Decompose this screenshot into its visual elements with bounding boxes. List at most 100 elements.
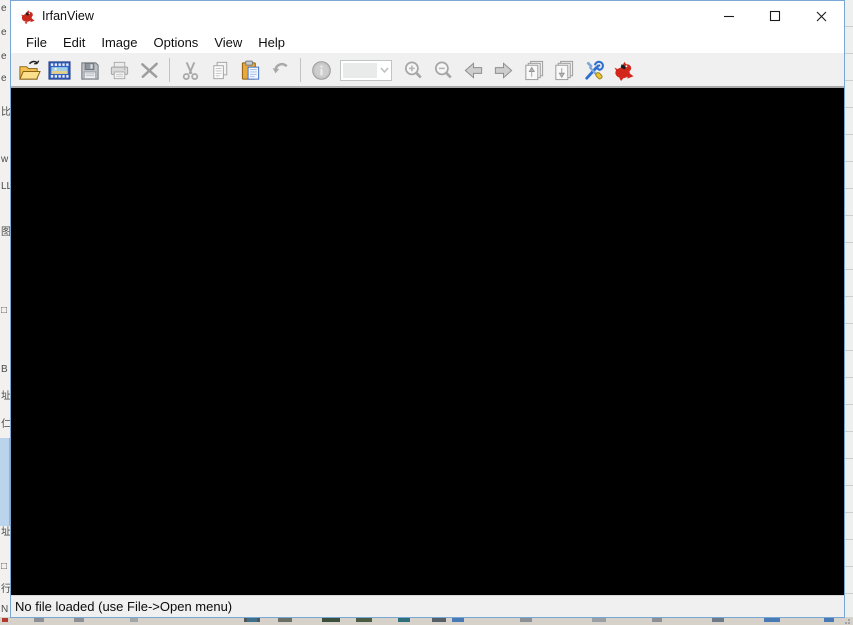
zoom-out-button[interactable] bbox=[428, 56, 458, 84]
cut-button[interactable] bbox=[175, 56, 205, 84]
bg-icon-fragment bbox=[432, 618, 446, 622]
bg-text-fragment: □ bbox=[1, 306, 7, 316]
copy-button[interactable] bbox=[205, 56, 235, 84]
bg-icon-fragment bbox=[452, 618, 464, 622]
arrow-right-icon bbox=[492, 59, 515, 82]
bg-icon-fragment bbox=[130, 618, 138, 622]
bg-icon-fragment bbox=[652, 618, 662, 622]
printer-icon bbox=[108, 59, 131, 82]
copy-pages-icon bbox=[209, 59, 232, 82]
print-button[interactable] bbox=[104, 56, 134, 84]
resize-grip bbox=[845, 618, 852, 624]
background-window-right-sliver bbox=[845, 0, 853, 618]
menu-view[interactable]: View bbox=[206, 33, 250, 52]
irfanview-red-icon bbox=[612, 59, 635, 82]
last-page-button[interactable] bbox=[548, 56, 578, 84]
delete-button[interactable] bbox=[134, 56, 164, 84]
toolbar-separator bbox=[300, 58, 301, 82]
maximize-button[interactable] bbox=[752, 1, 798, 31]
bg-text-fragment: 行 bbox=[1, 585, 10, 595]
toolbar bbox=[11, 54, 844, 88]
bg-icon-fragment bbox=[74, 618, 84, 622]
arrow-left-icon bbox=[462, 59, 485, 82]
window-title: IrfanView bbox=[42, 9, 94, 23]
menu-bar: File Edit Image Options View Help bbox=[11, 31, 844, 54]
bg-text-fragment: 址 bbox=[1, 528, 10, 538]
bg-text-fragment: LL bbox=[1, 182, 10, 192]
bg-icon-fragment bbox=[764, 618, 780, 622]
menu-options[interactable]: Options bbox=[146, 33, 207, 52]
maximize-icon bbox=[769, 10, 781, 22]
undo-arrow-icon bbox=[269, 59, 292, 82]
bg-text-fragment: e bbox=[1, 28, 7, 38]
bg-icon-fragment bbox=[278, 618, 292, 622]
menu-help[interactable]: Help bbox=[250, 33, 293, 52]
status-text: No file loaded (use File->Open menu) bbox=[15, 599, 232, 614]
bg-text-fragment: B bbox=[1, 365, 8, 375]
open-folder-icon bbox=[18, 59, 41, 82]
first-page-button[interactable] bbox=[518, 56, 548, 84]
scissors-icon bbox=[179, 59, 202, 82]
zoom-combobox[interactable] bbox=[340, 60, 392, 81]
paste-clipboard-icon bbox=[239, 59, 262, 82]
irfanview-logo-icon bbox=[19, 8, 36, 25]
image-canvas[interactable] bbox=[11, 88, 844, 595]
delete-x-icon bbox=[138, 59, 161, 82]
status-bar: No file loaded (use File->Open menu) bbox=[11, 595, 844, 617]
toolbar-separator bbox=[169, 58, 170, 82]
zoom-in-button[interactable] bbox=[398, 56, 428, 84]
bg-selection-highlight bbox=[0, 438, 10, 526]
bg-text-fragment: 比 bbox=[1, 108, 10, 118]
bg-icon-fragment bbox=[247, 618, 257, 622]
save-floppy-icon bbox=[78, 59, 101, 82]
zoom-value-input[interactable] bbox=[343, 63, 377, 78]
bg-text-fragment: 仁 bbox=[1, 420, 10, 430]
previous-image-button[interactable] bbox=[458, 56, 488, 84]
background-window-left-sliver: e e e e 比 w LL 图 □ B 址 仁 址 □ 行 N bbox=[0, 0, 10, 618]
bg-text-fragment: e bbox=[1, 74, 7, 84]
bg-icon-fragment bbox=[520, 618, 532, 622]
bg-icon-fragment bbox=[356, 618, 372, 622]
bg-icon-fragment bbox=[34, 618, 44, 622]
wrench-screwdriver-icon bbox=[582, 59, 605, 82]
slideshow-icon bbox=[48, 59, 71, 82]
save-button[interactable] bbox=[74, 56, 104, 84]
close-icon bbox=[815, 10, 828, 23]
open-button[interactable] bbox=[14, 56, 44, 84]
zoom-out-icon bbox=[432, 59, 455, 82]
bg-text-fragment: e bbox=[1, 52, 7, 62]
irfanview-window: IrfanView bbox=[10, 0, 845, 618]
bg-text-fragment: □ bbox=[1, 562, 7, 572]
info-button[interactable] bbox=[306, 56, 336, 84]
next-image-button[interactable] bbox=[488, 56, 518, 84]
zoom-in-icon bbox=[402, 59, 425, 82]
close-button[interactable] bbox=[798, 1, 844, 31]
slideshow-button[interactable] bbox=[44, 56, 74, 84]
properties-button[interactable] bbox=[578, 56, 608, 84]
window-controls bbox=[706, 1, 844, 31]
chevron-down-icon bbox=[380, 67, 389, 73]
menu-edit[interactable]: Edit bbox=[55, 33, 93, 52]
title-bar[interactable]: IrfanView bbox=[11, 1, 844, 31]
bg-text-fragment: 图 bbox=[1, 228, 10, 238]
bg-icon-fragment bbox=[398, 618, 410, 622]
info-circle-icon bbox=[310, 59, 333, 82]
minimize-icon bbox=[723, 10, 735, 22]
bg-icon-fragment bbox=[712, 618, 724, 622]
screen: e e e e 比 w LL 图 □ B 址 仁 址 □ 行 N bbox=[0, 0, 853, 625]
bg-icon-fragment bbox=[2, 618, 8, 622]
paste-button[interactable] bbox=[235, 56, 265, 84]
background-app-bottom-sliver bbox=[0, 617, 853, 625]
bg-text-fragment: w bbox=[1, 155, 8, 165]
pages-arrow-down-icon bbox=[552, 59, 575, 82]
bg-icon-fragment bbox=[592, 618, 606, 622]
menu-file[interactable]: File bbox=[18, 33, 55, 52]
minimize-button[interactable] bbox=[706, 1, 752, 31]
menu-image[interactable]: Image bbox=[93, 33, 145, 52]
undo-button[interactable] bbox=[265, 56, 295, 84]
bg-text-fragment: 址 bbox=[1, 392, 10, 402]
bg-icon-fragment bbox=[322, 618, 340, 622]
bg-text-fragment: e bbox=[1, 4, 7, 14]
about-button[interactable] bbox=[608, 56, 638, 84]
bg-text-fragment: N bbox=[1, 605, 8, 615]
